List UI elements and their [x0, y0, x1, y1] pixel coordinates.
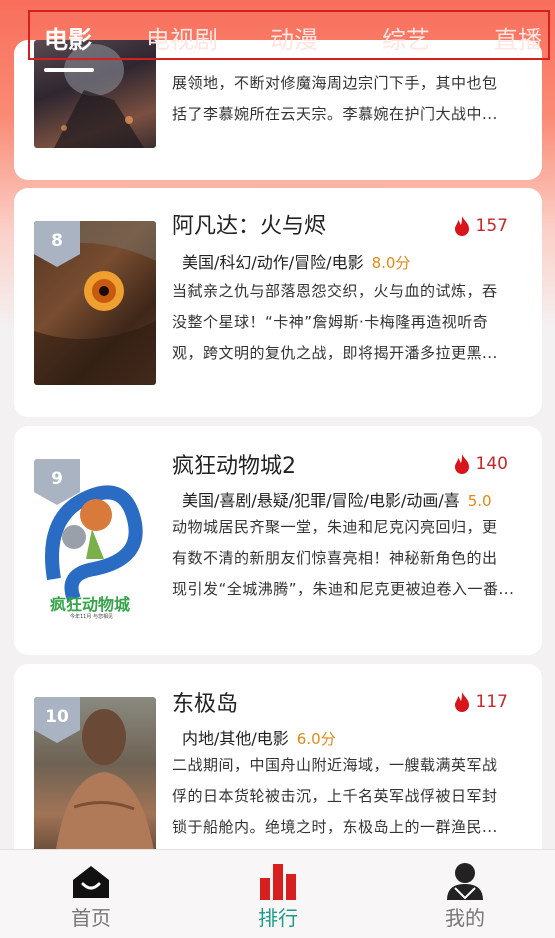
flame-icon	[454, 216, 469, 236]
category-tabs: 电影 电视剧 动漫 综艺 直播	[28, 10, 550, 60]
nav-ranking-label: 排行	[258, 906, 298, 930]
movie-meta: 内地/其他/电影 6.0分	[182, 725, 336, 749]
hot-value: 140	[475, 454, 508, 474]
description-line: 括了李慕婉所在云天宗。李慕婉在护门大战中...	[172, 105, 498, 123]
genre-text: 内地/其他/电影	[182, 729, 289, 748]
description-line: 没整个星球！“卡神”詹姆斯·卡梅隆再造视听奇	[172, 313, 489, 331]
description-line: 锁于船舱内。绝境之时，东极岛上的一群渔民...	[172, 818, 498, 836]
movie-title: 阿凡达：火与烬	[172, 214, 327, 239]
list-item[interactable]: 疯狂动物城 今年11月 与您相见 9 疯狂动物城2 140 美国/喜剧/悬疑/犯…	[14, 426, 542, 655]
hot-count: 157	[452, 215, 508, 237]
list-item[interactable]: 8 阿凡达：火与烬 157 美国/科幻/动作/冒险/电影 8.0分 当弑亲之仇与部…	[14, 188, 542, 417]
description-line: 观，跨文明的复仇之战，即将揭开潘多拉更黑...	[172, 344, 498, 362]
score-text: 6.0分	[296, 730, 336, 748]
tab-variety[interactable]: 综艺	[382, 20, 430, 55]
tab-anime[interactable]: 动漫	[270, 20, 318, 55]
poster-title-text: 疯狂动物城	[50, 595, 131, 614]
tab-movie[interactable]: 电影	[44, 20, 92, 55]
nav-profile[interactable]: 我的	[415, 862, 515, 931]
tab-live[interactable]: 直播	[494, 20, 542, 55]
genre-text: 美国/喜剧/悬疑/犯罪/冒险/电影/动画/喜	[182, 491, 460, 510]
description-line: 现引发“全城沸腾”，朱迪和尼克更被迫卷入一番...	[172, 580, 515, 598]
hot-count: 140	[452, 453, 508, 475]
tab-tv-series[interactable]: 电视剧	[146, 20, 218, 55]
poster-image: 疯狂动物城 今年11月 与您相见 9	[34, 459, 156, 623]
description-line: 当弑亲之仇与部落恩怨交织，火与血的试炼，吞	[172, 282, 498, 300]
movie-meta: 美国/喜剧/悬疑/犯罪/冒险/电影/动画/喜 5.0	[182, 487, 492, 511]
nav-ranking[interactable]: 排行	[228, 862, 328, 931]
home-icon	[73, 866, 109, 898]
list-item[interactable]: 展领地，不断对修魔海周边宗门下手，其中也包 括了李慕婉所在云天宗。李慕婉在护门大…	[14, 40, 542, 180]
movie-title: 疯狂动物城2	[172, 454, 296, 479]
hot-value: 117	[475, 692, 508, 712]
description-line: 有数不清的新朋友们惊喜亮相！神秘新角色的出	[172, 549, 498, 567]
nav-home-label: 首页	[71, 906, 111, 930]
active-tab-indicator	[44, 68, 94, 72]
poster-subtitle-text: 今年11月 与您相见	[70, 614, 113, 620]
nav-home[interactable]: 首页	[41, 862, 141, 931]
score-text: 5.0	[467, 492, 492, 510]
bottom-navigation: 首页 排行 我的	[0, 849, 555, 938]
movie-title: 东极岛	[172, 692, 239, 717]
list-item[interactable]: 10 东极岛 117 内地/其他/电影 6.0分 二战期间，中国舟山附近海域，一艘…	[14, 664, 542, 864]
bar-chart-icon	[260, 864, 296, 900]
description-line: 俘的日本货轮被击沉，上千名英军战俘被日军封	[172, 787, 498, 805]
description-line: 动物城居民齐聚一堂，朱迪和尼克闪亮回归，更	[172, 518, 498, 536]
nav-profile-label: 我的	[445, 906, 485, 930]
description-line: 展领地，不断对修魔海周边宗门下手，其中也包	[172, 74, 498, 92]
genre-text: 美国/科幻/动作/冒险/电影	[182, 253, 364, 272]
poster-image: 8	[34, 221, 156, 385]
movie-meta: 美国/科幻/动作/冒险/电影 8.0分	[182, 249, 410, 273]
flame-icon	[454, 692, 469, 712]
poster-image: 10	[34, 697, 156, 864]
hot-count: 117	[452, 691, 508, 713]
description-line: 二战期间，中国舟山附近海域，一艘载满英军战	[172, 756, 498, 774]
score-text: 8.0分	[371, 254, 411, 272]
hot-value: 157	[475, 216, 508, 236]
flame-icon	[454, 454, 469, 474]
user-icon	[447, 863, 483, 900]
